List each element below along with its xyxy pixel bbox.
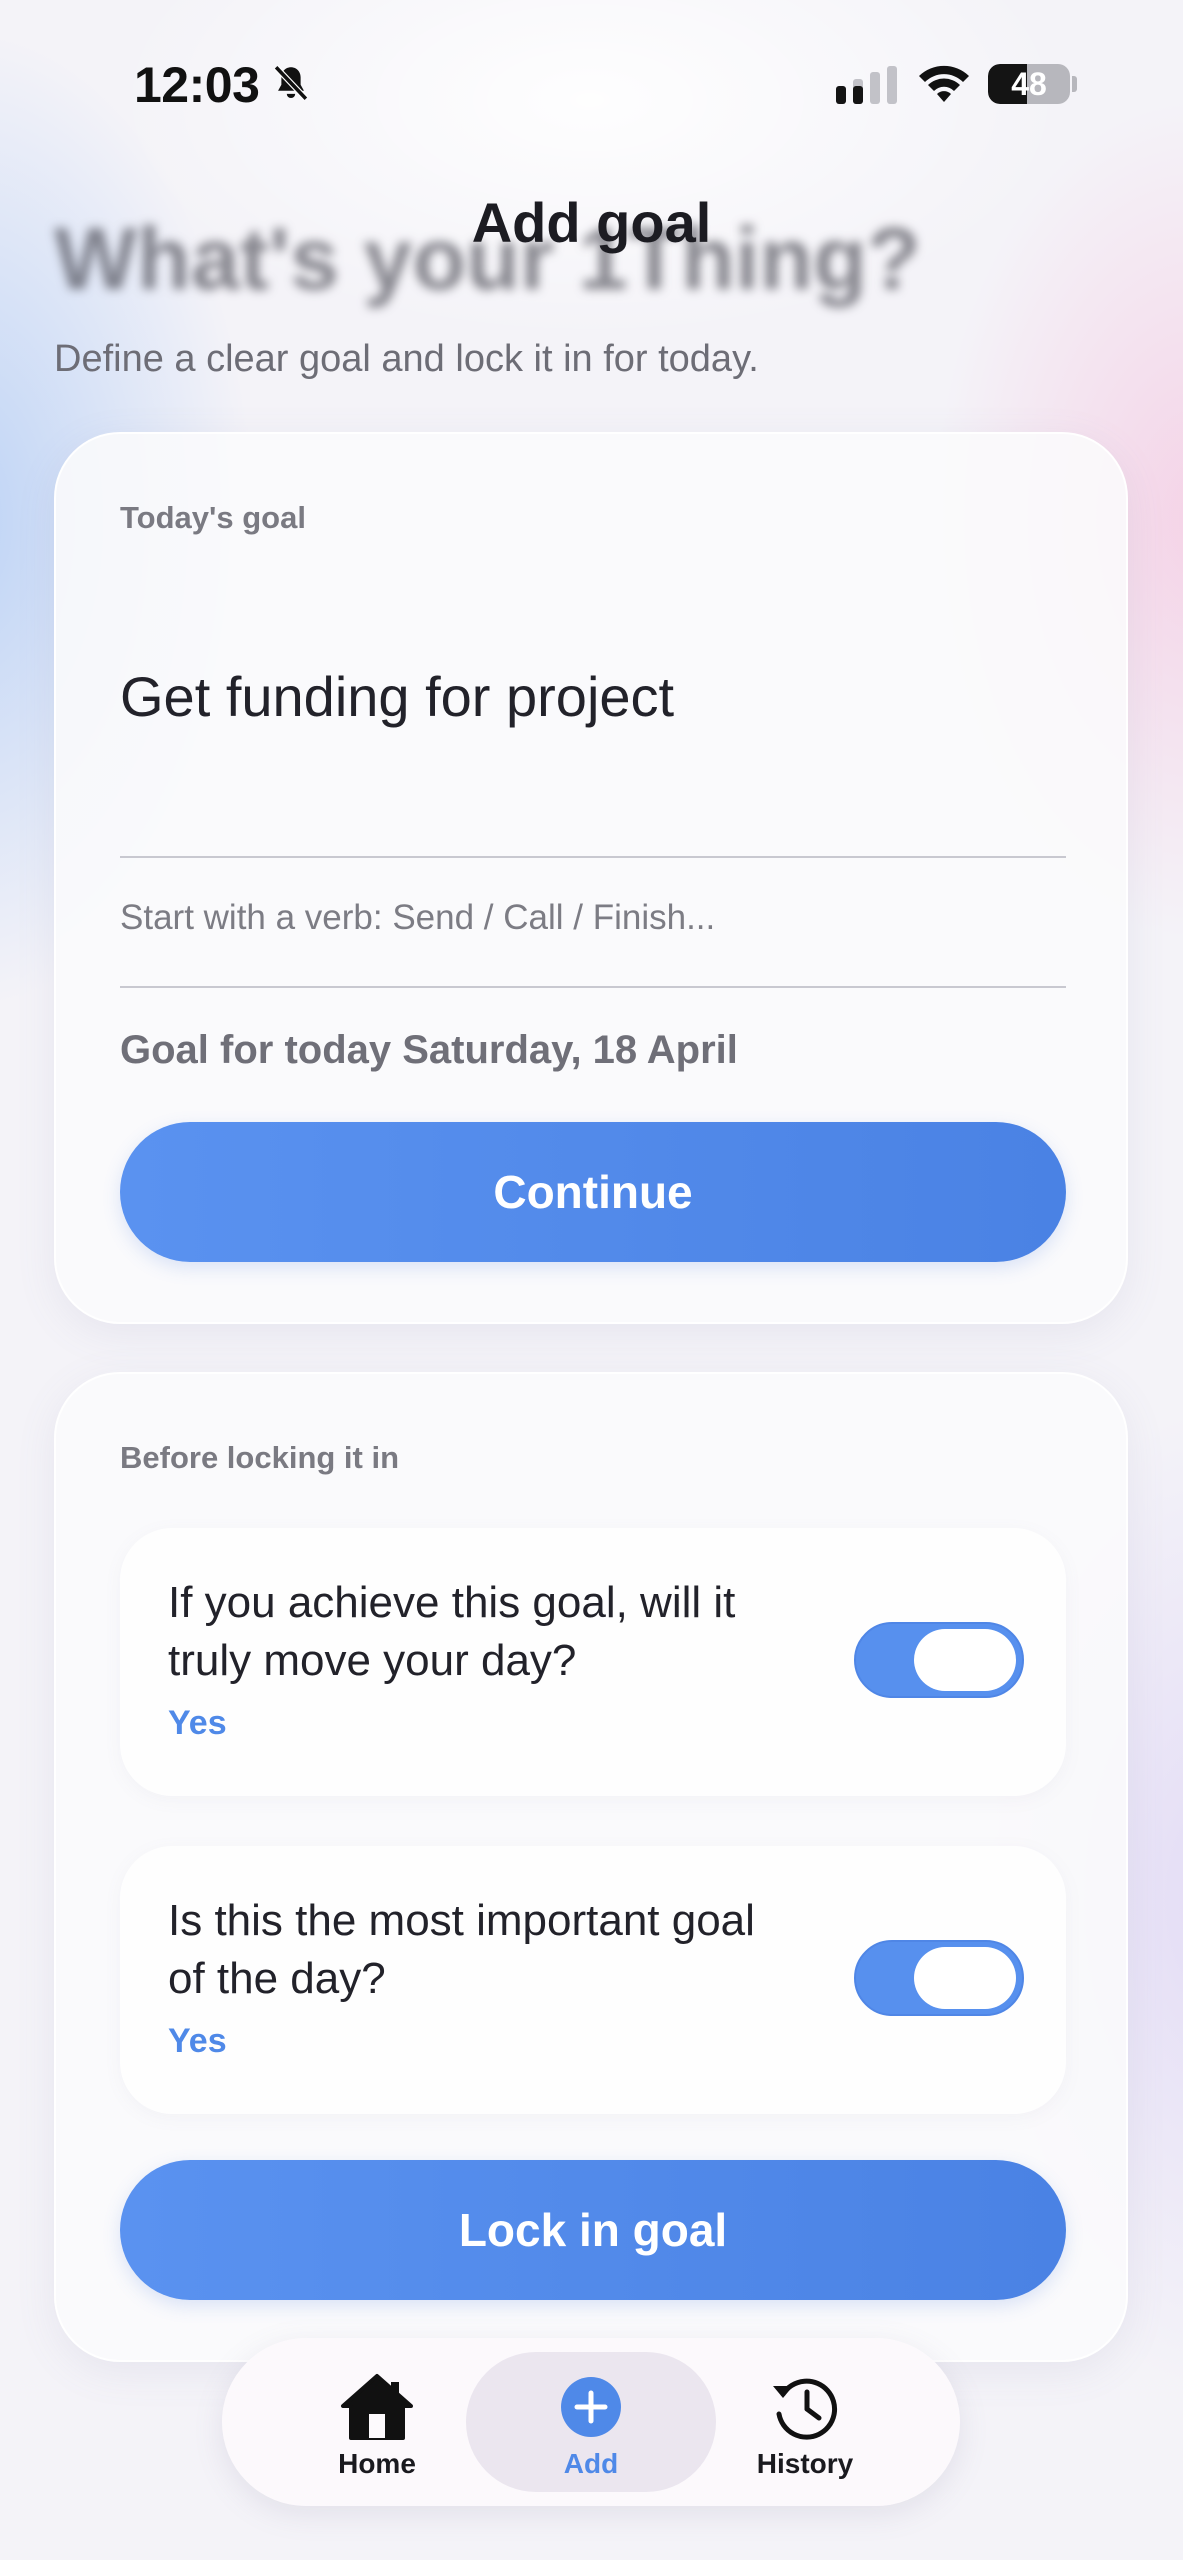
question-toggle[interactable] — [854, 1940, 1024, 2016]
lock-in-goal-button[interactable]: Lock in goal — [120, 2160, 1066, 2300]
nav-title: Add goal — [471, 191, 712, 254]
tab-label: Home — [338, 2448, 416, 2479]
bell-slash-icon — [273, 65, 309, 101]
question-toggle[interactable] — [854, 1622, 1024, 1698]
wifi-icon — [919, 65, 969, 102]
tab-label: History — [756, 2448, 854, 2479]
battery-cap — [1072, 76, 1077, 92]
question-text: Is this the most important goal of the d… — [168, 1896, 755, 2003]
toggle-knob — [914, 1947, 1016, 2009]
goal-date-text: Goal for today Saturday, 18 April — [120, 1028, 738, 1072]
page-subtitle: Define a clear goal and lock it in for t… — [54, 338, 759, 380]
tab-label: Add — [563, 2448, 619, 2479]
confirmation-section-label: Before locking it in — [120, 1440, 400, 1475]
question-item: If you achieve this goal, will it truly … — [120, 1528, 1066, 1796]
divider — [120, 856, 1066, 858]
cellular-signal-icon — [836, 66, 897, 104]
status-time: 12:03 — [134, 57, 260, 113]
question-answer: Yes — [168, 2022, 227, 2060]
confirmation-card: Before locking it in If you achieve this… — [54, 1372, 1128, 2362]
goal-input[interactable]: Get funding for project — [120, 664, 674, 729]
toggle-knob — [914, 1629, 1016, 1691]
tab-home[interactable]: Home — [252, 2352, 502, 2492]
history-icon — [773, 2378, 838, 2440]
tab-bar: Home Add History — [222, 2338, 960, 2506]
status-bar: 12:03 48 — [0, 0, 1183, 160]
tab-add[interactable]: Add — [466, 2352, 716, 2492]
house-icon — [341, 2374, 413, 2440]
tab-history[interactable]: History — [680, 2352, 930, 2492]
goal-hint: Start with a verb: Send / Call / Finish.… — [120, 898, 716, 937]
continue-button[interactable]: Continue — [120, 1122, 1066, 1262]
question-item: Is this the most important goal of the d… — [120, 1846, 1066, 2114]
battery-percent: 48 — [1011, 66, 1047, 102]
divider — [120, 986, 1066, 988]
question-text: If you achieve this goal, will it truly … — [168, 1578, 736, 1685]
plus-circle-icon — [561, 2377, 621, 2437]
question-answer: Yes — [168, 1704, 227, 1742]
battery-icon: 48 — [988, 64, 1070, 104]
goal-section-label: Today's goal — [120, 500, 306, 535]
goal-card: Today's goal Get funding for project Sta… — [54, 432, 1128, 1324]
